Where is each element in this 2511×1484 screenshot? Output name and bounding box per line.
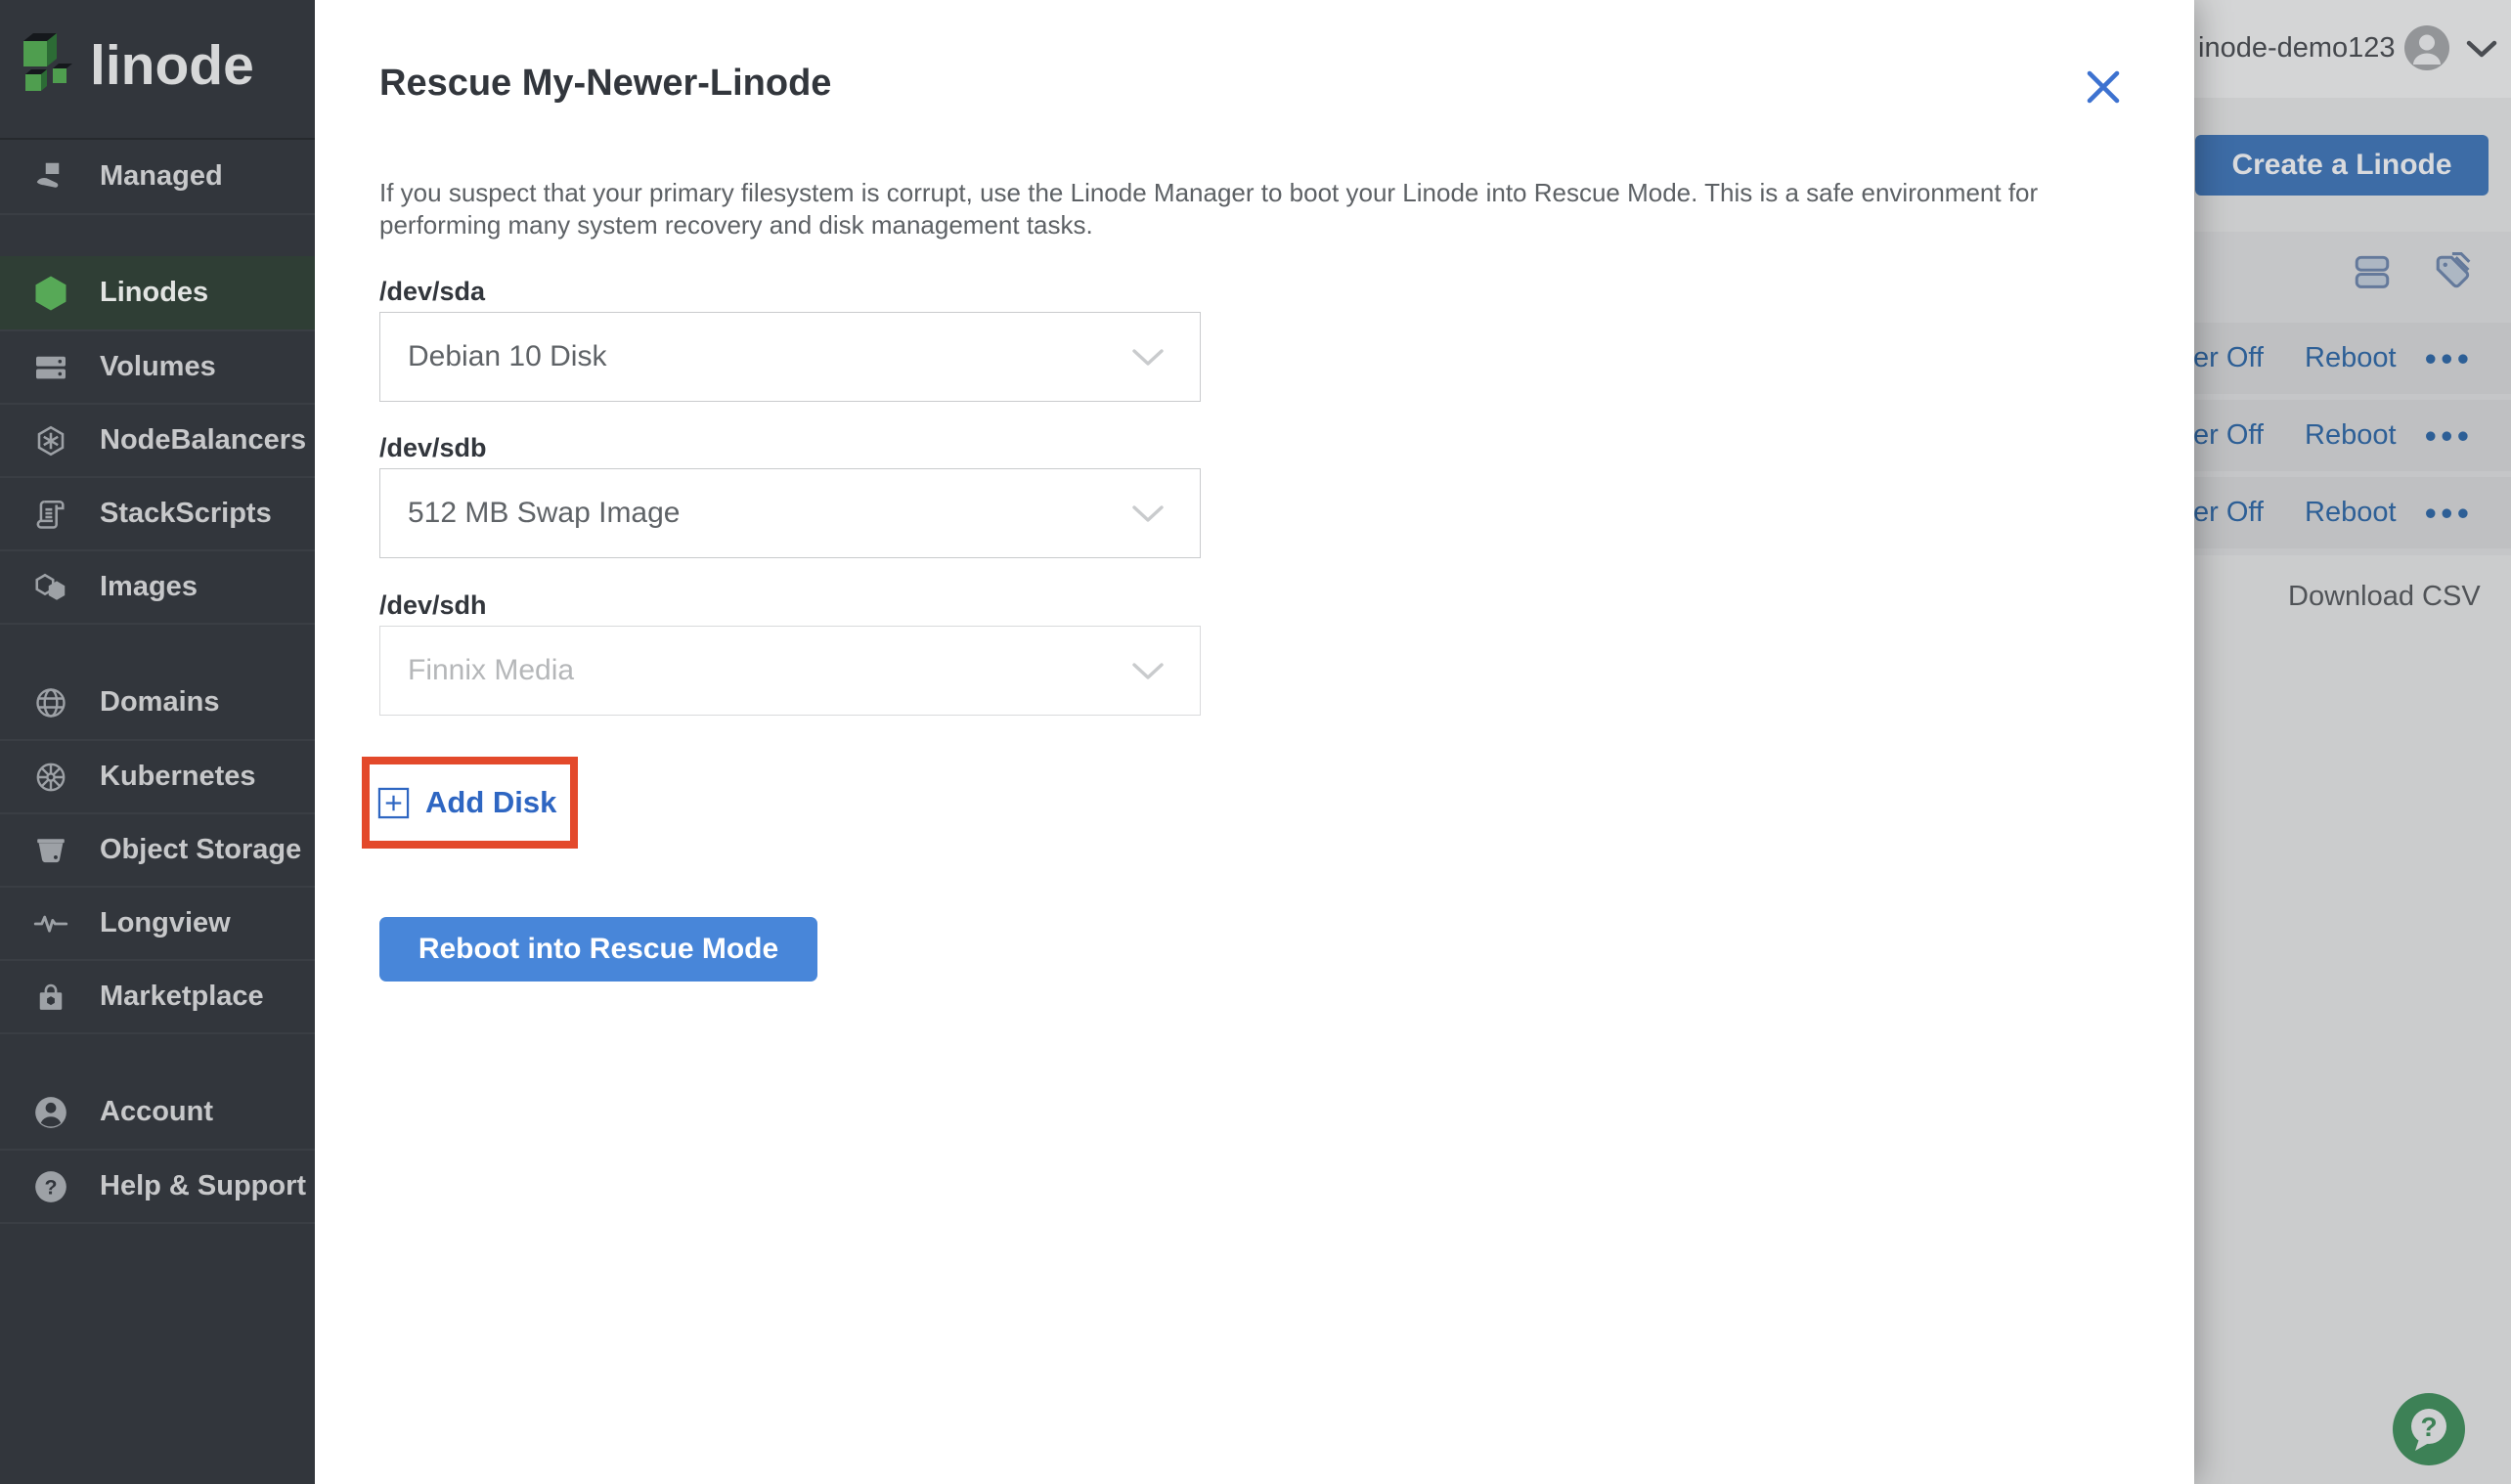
power-off-link[interactable]: er Off: [2193, 323, 2264, 394]
reboot-link[interactable]: Reboot: [2305, 477, 2397, 548]
drawer-description: If you suspect that your primary filesys…: [379, 178, 2039, 240]
managed-icon: [29, 159, 72, 195]
sidebar-item-volumes[interactable]: Volumes: [0, 329, 315, 403]
tag-icon[interactable]: [2430, 249, 2473, 292]
more-actions-button[interactable]: •••: [2425, 323, 2474, 394]
sdh-select[interactable]: Finnix Media: [379, 626, 1201, 716]
chevron-down-icon[interactable]: [2466, 40, 2497, 58]
chevron-down-icon: [1132, 663, 1164, 679]
sdb-select[interactable]: 512 MB Swap Image: [379, 468, 1201, 558]
sdb-select-value: 512 MB Swap Image: [408, 497, 681, 529]
help-icon: ?: [29, 1168, 72, 1205]
submit-label: Reboot into Rescue Mode: [418, 933, 779, 965]
sidebar-item-domains[interactable]: Domains: [0, 666, 315, 739]
drawer-title: Rescue My-Newer-Linode: [379, 63, 832, 104]
sidebar-item-help-support[interactable]: ? Help & Support: [0, 1149, 315, 1222]
linode-logo-icon: [23, 33, 72, 91]
group-by-tag-icon[interactable]: [2352, 251, 2393, 292]
sidebar-item-images[interactable]: Images: [0, 549, 315, 623]
reboot-link[interactable]: Reboot: [2305, 323, 2397, 394]
table-row: er Off Reboot •••: [2193, 323, 2511, 394]
linodes-icon: [29, 274, 72, 313]
power-off-link[interactable]: er Off: [2193, 400, 2264, 471]
sidebar-item-stackscripts[interactable]: StackScripts: [0, 476, 315, 549]
stackscripts-icon: [29, 497, 72, 532]
object-storage-icon: [29, 833, 72, 868]
avatar[interactable]: [2404, 25, 2449, 70]
sidebar: linode Managed Linodes Volumes NodeBalan…: [0, 0, 315, 1484]
create-linode-button[interactable]: Create a Linode: [2195, 135, 2489, 196]
sidebar-item-label: Volumes: [100, 351, 216, 382]
username-text[interactable]: inode-demo123: [2198, 32, 2396, 65]
volumes-icon: [29, 350, 72, 385]
table-row: er Off Reboot •••: [2193, 477, 2511, 548]
create-linode-label: Create a Linode: [2231, 149, 2452, 181]
sidebar-item-label: NodeBalancers: [100, 424, 307, 456]
svg-text:?: ?: [44, 1175, 57, 1199]
sda-select-value: Debian 10 Disk: [408, 340, 607, 372]
sidebar-group-services: Domains Kubernetes Object Storage Longvi…: [0, 666, 315, 1034]
rescue-drawer: Rescue My-Newer-Linode If you suspect th…: [315, 0, 2194, 1484]
sidebar-item-label: Domains: [100, 686, 220, 718]
field-label-sda: /dev/sda: [379, 277, 486, 306]
more-actions-button[interactable]: •••: [2425, 400, 2474, 471]
sidebar-item-label: Marketplace: [100, 981, 264, 1012]
sidebar-item-label: Help & Support: [100, 1170, 307, 1201]
images-icon: [29, 570, 72, 605]
annotation-highlight: Add Disk: [362, 757, 578, 849]
sidebar-item-label: Longview: [100, 907, 231, 938]
linode-logo[interactable]: linode: [0, 0, 315, 140]
sidebar-item-label: Managed: [100, 160, 223, 192]
sdh-select-value: Finnix Media: [408, 654, 575, 686]
table-row: er Off Reboot •••: [2193, 400, 2511, 471]
reboot-into-rescue-mode-button[interactable]: Reboot into Rescue Mode: [379, 917, 817, 982]
field-label-sdh: /dev/sdh: [379, 590, 487, 620]
field-label-sdb: /dev/sdb: [379, 433, 487, 462]
sidebar-item-label: StackScripts: [100, 498, 272, 529]
svg-text:?: ?: [2420, 1412, 2437, 1442]
domains-icon: [29, 685, 72, 720]
sidebar-item-object-storage[interactable]: Object Storage: [0, 812, 315, 886]
download-csv-link[interactable]: Download CSV: [2288, 581, 2481, 613]
nodebalancers-icon: [29, 423, 72, 458]
sidebar-item-marketplace[interactable]: Marketplace: [0, 959, 315, 1032]
sidebar-group-account: Account ? Help & Support: [0, 1075, 315, 1224]
sidebar-item-label: Kubernetes: [100, 761, 256, 792]
sidebar-group-compute: Linodes Volumes NodeBalancers StackScrip…: [0, 256, 315, 625]
sidebar-item-nodebalancers[interactable]: NodeBalancers: [0, 403, 315, 476]
sidebar-item-label: Images: [100, 571, 198, 602]
chevron-down-icon: [1132, 349, 1164, 366]
more-actions-button[interactable]: •••: [2425, 477, 2474, 548]
close-button[interactable]: [2081, 65, 2126, 109]
sidebar-item-label: Account: [100, 1096, 213, 1127]
sidebar-item-kubernetes[interactable]: Kubernetes: [0, 739, 315, 812]
sidebar-item-linodes[interactable]: Linodes: [0, 256, 315, 329]
close-icon: [2087, 70, 2120, 104]
account-icon: [29, 1094, 72, 1131]
sidebar-group-managed: Managed: [0, 140, 315, 215]
plus-icon: [377, 787, 410, 818]
reboot-link[interactable]: Reboot: [2305, 400, 2397, 471]
marketplace-icon: [29, 980, 72, 1015]
sda-select[interactable]: Debian 10 Disk: [379, 312, 1201, 402]
sidebar-item-label: Linodes: [100, 277, 209, 308]
chevron-down-icon: [1132, 505, 1164, 522]
sidebar-item-managed[interactable]: Managed: [0, 140, 315, 213]
kubernetes-icon: [29, 760, 72, 795]
power-off-link[interactable]: er Off: [2193, 477, 2264, 548]
linode-logo-text: linode: [90, 34, 254, 97]
help-fab-button[interactable]: ?: [2390, 1390, 2468, 1468]
sidebar-item-longview[interactable]: Longview: [0, 886, 315, 959]
add-disk-button[interactable]: Add Disk: [377, 772, 556, 833]
sidebar-item-account[interactable]: Account: [0, 1075, 315, 1149]
add-disk-label: Add Disk: [425, 785, 557, 819]
longview-icon: [29, 906, 72, 941]
sidebar-item-label: Object Storage: [100, 834, 302, 865]
